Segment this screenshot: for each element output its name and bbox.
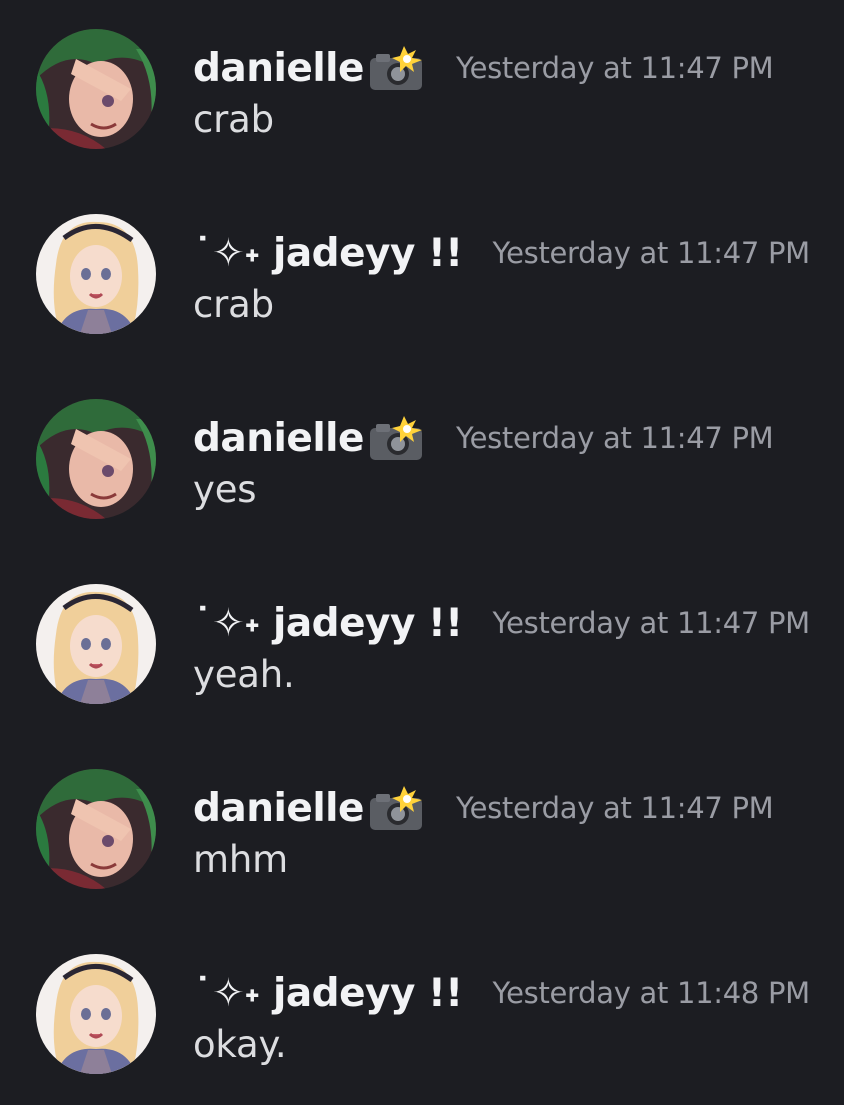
username[interactable]: ˙✧˖ jadeyy !! (193, 971, 463, 1016)
message-header: ˙✧˖ jadeyy !! Yesterday at 11:48 PM (193, 963, 810, 1023)
message-text: mhm (193, 838, 288, 881)
camera-flash-icon (366, 784, 426, 832)
avatar-image (36, 584, 156, 704)
timestamp: Yesterday at 11:47 PM (492, 606, 811, 640)
avatar[interactable] (36, 214, 156, 334)
message-item[interactable]: ˙✧˖ jadeyy !! Yesterday at 11:47 PM crab (0, 185, 844, 335)
message-item[interactable]: ˙✧˖ jadeyy !! Yesterday at 11:48 PM okay… (0, 925, 844, 1075)
message-text: yeah. (193, 653, 295, 696)
message-text: okay. (193, 1023, 287, 1066)
message-header: danielle Yesterday at 11:47 PM (193, 408, 774, 468)
message-header: ˙✧˖ jadeyy !! Yesterday at 11:47 PM (193, 593, 810, 653)
message-text: crab (193, 283, 274, 326)
avatar-image (36, 399, 156, 519)
username[interactable]: danielle (193, 786, 365, 831)
avatar[interactable] (36, 399, 156, 519)
avatar[interactable] (36, 769, 156, 889)
timestamp: Yesterday at 11:48 PM (492, 976, 811, 1010)
message-header: danielle Yesterday at 11:47 PM (193, 38, 774, 98)
message-header: ˙✧˖ jadeyy !! Yesterday at 11:47 PM (193, 223, 810, 283)
camera-flash-icon (366, 44, 426, 92)
username[interactable]: danielle (193, 416, 365, 461)
avatar-image (36, 954, 156, 1074)
message-item[interactable]: ˙✧˖ jadeyy !! Yesterday at 11:47 PM yeah… (0, 555, 844, 705)
avatar-image (36, 29, 156, 149)
message-item[interactable]: danielle Yesterday at 11:47 PM yes (0, 370, 844, 520)
message-text: yes (193, 468, 257, 511)
avatar-image (36, 214, 156, 334)
message-header: danielle Yesterday at 11:47 PM (193, 778, 774, 838)
avatar[interactable] (36, 29, 156, 149)
timestamp: Yesterday at 11:47 PM (456, 51, 774, 85)
message-item[interactable]: danielle Yesterday at 11:47 PM crab (0, 0, 844, 150)
message-item[interactable]: danielle Yesterday at 11:47 PM mhm (0, 740, 844, 890)
avatar[interactable] (36, 954, 156, 1074)
username[interactable]: ˙✧˖ jadeyy !! (193, 601, 463, 646)
avatar[interactable] (36, 584, 156, 704)
message-text: crab (193, 98, 274, 141)
avatar-image (36, 769, 156, 889)
username[interactable]: danielle (193, 46, 365, 91)
camera-flash-icon (366, 414, 426, 462)
timestamp: Yesterday at 11:47 PM (492, 236, 811, 270)
chat-message-list: danielle Yesterday at 11:47 PM crab ˙✧˖ … (0, 0, 844, 1105)
timestamp: Yesterday at 11:47 PM (456, 791, 774, 825)
username[interactable]: ˙✧˖ jadeyy !! (193, 231, 463, 276)
timestamp: Yesterday at 11:47 PM (456, 421, 774, 455)
